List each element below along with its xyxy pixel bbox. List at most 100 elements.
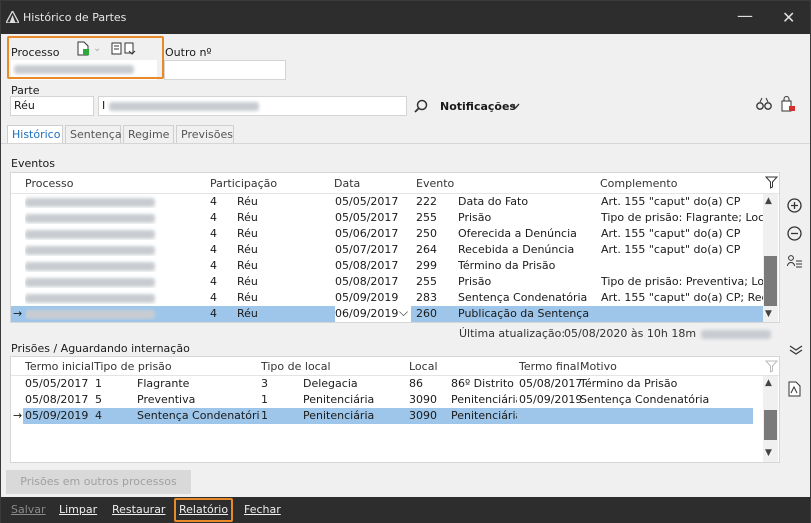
cell-cod: 250: [416, 227, 437, 240]
eventos-label: Eventos: [11, 157, 55, 170]
cell-local: Penitenciária: [451, 393, 517, 406]
cell-data: 05/08/2017: [335, 275, 399, 288]
scroll-thumb[interactable]: [764, 410, 777, 440]
binoculars-icon[interactable]: [756, 97, 772, 111]
cell-cod_local: 3090: [409, 393, 437, 406]
processo-cell: [25, 211, 175, 224]
cell-local: 86º Distrito P: [451, 377, 517, 390]
cell-part_num: 4: [210, 307, 217, 320]
cell-evento: Publicação da Sentença: [458, 307, 590, 320]
cell-cod: 222: [416, 195, 437, 208]
cell-cod: 264: [416, 243, 437, 256]
add-icon[interactable]: [787, 198, 802, 213]
parte-nome-field[interactable]: I: [98, 96, 407, 116]
cell-part: Réu: [237, 275, 258, 288]
table-row[interactable]: → 4 Réu 06/09/2019 260 Publicação da Sentença…: [11, 305, 763, 322]
cell-local_num: 3: [261, 377, 268, 390]
prisoes-scrollbar[interactable]: ▲ ▼: [763, 376, 778, 462]
notificacoes-button[interactable]: Notificações: [440, 100, 516, 113]
restaurar-button[interactable]: Restaurar: [112, 503, 165, 516]
col-tipo-local[interactable]: Tipo de local: [261, 360, 331, 373]
col-local[interactable]: Local: [409, 360, 438, 373]
table-row[interactable]: → 05/09/2019 4 Sentença Condenatória 1 Penite…: [13, 408, 753, 424]
cell-local: Penitenciária: [451, 409, 517, 422]
col-tipo-prisao[interactable]: Tipo de prisão: [94, 360, 172, 373]
cell-cod_local: 3090: [409, 409, 437, 422]
table-row[interactable]: 4 Réu 05/09/2019 283 Sentença Condenatória Ar…: [11, 290, 763, 306]
prisoes-label: Prisões / Aguardando internação: [11, 342, 190, 355]
outro-numero-label: Outro nº: [165, 46, 212, 59]
cell-compl: Tipo de prisão: Preventiva; Local: [601, 275, 763, 288]
scroll-thumb[interactable]: [764, 256, 777, 306]
cell-part_num: 4: [210, 195, 217, 208]
footer-bar: Salvar Limpar Restaurar Relatório Fechar: [1, 497, 810, 523]
lock-document-icon[interactable]: [780, 96, 796, 112]
table-row[interactable]: 05/08/2017 5 Preventiva 1 Penitenciária 3090 P…: [11, 392, 763, 408]
scroll-down-icon[interactable]: ▼: [765, 309, 772, 319]
search-icon[interactable]: [414, 99, 428, 113]
table-row[interactable]: 4 Réu 05/05/2017 255 Prisão Tipo de prisão: F…: [11, 210, 763, 226]
table-row[interactable]: 4 Réu 05/08/2017 299 Término da Prisão: [11, 258, 763, 274]
date-dropdown-icon[interactable]: ⌵: [399, 305, 408, 320]
collapse-icon[interactable]: [789, 345, 803, 355]
limpar-button[interactable]: Limpar: [59, 503, 97, 516]
eventos-grid: Processo Participação Data Evento Comple…: [10, 172, 780, 323]
app-logo-icon: [6, 11, 19, 23]
col-termo-inicial[interactable]: Termo inicial: [25, 360, 94, 373]
cell-fim: 05/09/2019: [519, 393, 581, 406]
tab-previsoes[interactable]: Previsões: [176, 125, 234, 144]
scroll-up-icon[interactable]: ▲: [765, 196, 772, 206]
cell-part: Réu: [237, 227, 258, 240]
table-row[interactable]: 4 Réu 05/07/2017 264 Recebida a Denúncia Art.…: [11, 242, 763, 258]
processo-cell: [25, 243, 175, 256]
col-evento[interactable]: Evento: [416, 177, 454, 190]
scroll-down-icon[interactable]: ▼: [765, 448, 772, 458]
col-data[interactable]: Data: [334, 177, 360, 190]
eventos-scrollbar[interactable]: ▲ ▼: [763, 194, 778, 322]
cell-compl: Art. 155 "caput" do(a) CP: [601, 195, 741, 208]
col-motivo[interactable]: Motivo: [580, 360, 617, 373]
col-processo[interactable]: Processo: [25, 177, 73, 190]
cell-cod: 283: [416, 291, 437, 304]
scroll-up-icon[interactable]: ▲: [765, 378, 772, 388]
cell-evento: Data do Fato: [458, 195, 529, 208]
cell-local_num: 1: [261, 409, 268, 422]
tab-sentenca[interactable]: Sentença: [65, 125, 122, 144]
fechar-button[interactable]: Fechar: [244, 503, 281, 516]
filter-icon[interactable]: [765, 360, 778, 373]
remove-icon[interactable]: [787, 226, 802, 241]
filter-icon[interactable]: [765, 176, 778, 189]
prisoes-outros-button[interactable]: Prisões em outros processos: [6, 470, 191, 494]
chevron-down-icon[interactable]: [511, 103, 520, 109]
cell-cod: 255: [416, 275, 437, 288]
table-row[interactable]: 4 Réu 05/08/2017 255 Prisão Tipo de prisão: P…: [11, 274, 763, 290]
tab-regime[interactable]: Regime: [123, 125, 174, 144]
salvar-button[interactable]: Salvar: [11, 503, 46, 516]
minimize-button[interactable]: —: [737, 6, 753, 25]
outro-numero-field[interactable]: [164, 60, 286, 80]
cell-data: 05/09/2019: [335, 291, 399, 304]
person-list-icon[interactable]: [787, 255, 803, 268]
cell-tipo_num: 1: [95, 377, 102, 390]
processo-cell: [25, 275, 175, 288]
cell-data: 05/08/2017: [335, 259, 399, 272]
close-button[interactable]: ✕: [782, 8, 795, 27]
cell-tipo: Preventiva: [137, 393, 196, 406]
table-row[interactable]: 4 Réu 05/05/2017 222 Data do Fato Art. 155 "c…: [11, 194, 763, 210]
cell-tipo: Sentença Condenatória: [137, 409, 259, 422]
col-participacao[interactable]: Participação: [210, 177, 277, 190]
table-row[interactable]: 4 Réu 05/06/2017 250 Oferecida a Denúncia Art…: [11, 226, 763, 242]
col-complemento[interactable]: Complemento: [600, 177, 677, 190]
cell-fim: 05/08/2017: [519, 377, 581, 390]
processo-cell: [25, 227, 175, 240]
title-bar: Histórico de Partes — ✕: [1, 1, 810, 34]
pdf-icon[interactable]: [787, 381, 802, 397]
cell-data: 05/05/2017: [335, 211, 399, 224]
cell-cod_local: 86: [409, 377, 423, 390]
tab-historico[interactable]: Histórico: [7, 125, 63, 144]
parte-tipo-field[interactable]: Réu: [10, 96, 94, 116]
table-row[interactable]: 05/05/2017 1 Flagrante 3 Delegacia 86 86º Dist…: [11, 376, 763, 392]
cell-evento: Término da Prisão: [458, 259, 556, 272]
col-termo-final[interactable]: Termo final: [519, 360, 580, 373]
ultima-atualizacao-label: Última atualização:: [459, 327, 566, 340]
